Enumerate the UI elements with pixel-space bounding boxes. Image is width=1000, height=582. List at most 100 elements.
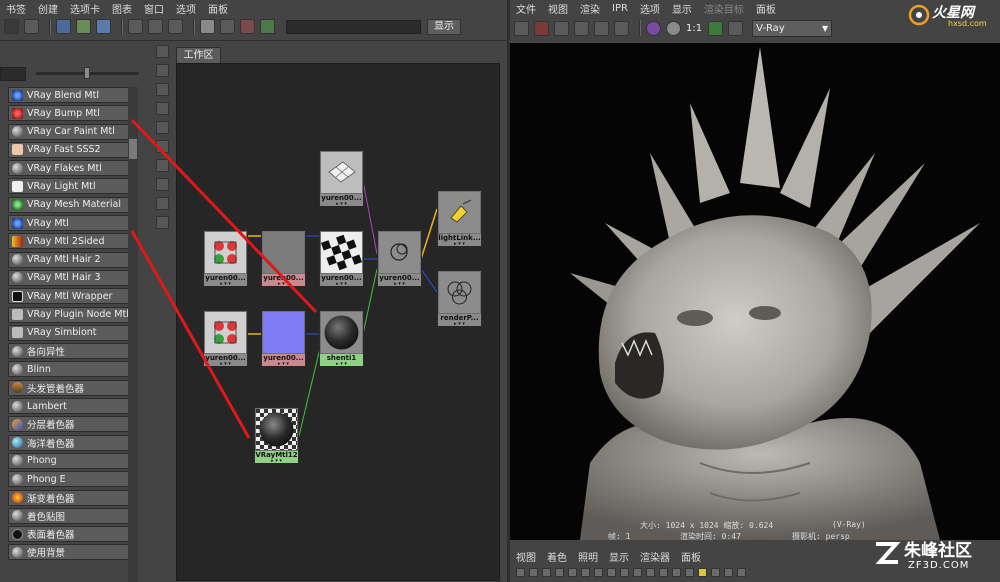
safe-action-icon[interactable]	[633, 567, 642, 577]
menu-file[interactable]: 文件	[516, 1, 536, 16]
tab-tool-icon[interactable]	[156, 159, 169, 172]
shader-node-render-partition[interactable]: renderP... ▸ ▾ ▾	[437, 270, 482, 327]
menu-options[interactable]: 选项	[176, 1, 196, 16]
library-item[interactable]: VRay Bump Mtl	[8, 105, 132, 122]
shader-node-lightlinker[interactable]: lightLink... ▸ ▾ ▾	[437, 190, 482, 247]
library-item[interactable]: VRay Fast SSS2	[8, 141, 132, 158]
xray-icon[interactable]	[724, 567, 733, 577]
shadows-icon[interactable]	[711, 567, 720, 577]
node-port-arrows[interactable]: ▸ ▾ ▾	[204, 362, 247, 367]
library-item[interactable]: VRay Mtl	[8, 215, 132, 232]
sun-icon[interactable]	[260, 19, 275, 34]
shader-node-vraymtl12[interactable]: VRayMtl12 ▸ ▾ ▾	[254, 407, 299, 464]
isolate-icon[interactable]	[737, 567, 746, 577]
network-icon[interactable]	[76, 19, 91, 34]
tab-tool-icon[interactable]	[156, 140, 169, 153]
graph-upstream-icon[interactable]	[96, 19, 111, 34]
shader-node-shading-group[interactable]: yuren00... ▸ ▾ ▾	[377, 230, 422, 287]
target-icon[interactable]	[240, 19, 255, 34]
tab-tool-icon[interactable]	[156, 83, 169, 96]
tab-tool-icon[interactable]	[156, 121, 169, 134]
lines-icon[interactable]	[220, 19, 235, 34]
render-image[interactable]	[510, 43, 1000, 540]
tab-tool-icon[interactable]	[156, 178, 169, 191]
shader-node-place2d-a[interactable]: yuren00... ▸ ▾ ▾	[203, 230, 248, 287]
pencil-icon[interactable]	[56, 19, 71, 34]
library-item[interactable]: VRay Mtl Wrapper	[8, 288, 132, 305]
library-item[interactable]: VRay Simbiont	[8, 324, 132, 341]
snapshot-icon[interactable]	[554, 20, 569, 36]
library-item[interactable]: 各向异性	[8, 343, 132, 360]
tab-workspace[interactable]: 工作区	[176, 47, 221, 63]
camera-attributes-icon[interactable]	[529, 567, 538, 577]
menu-ipr[interactable]: IPR	[612, 3, 628, 14]
shader-node-file-b[interactable]: yuren00... ▸ ▾ ▾	[261, 310, 306, 367]
node-port-arrows[interactable]: ▸ ▾ ▾	[262, 282, 305, 287]
library-item[interactable]: 海洋着色器	[8, 434, 132, 451]
lights-icon[interactable]	[698, 567, 707, 577]
library-item[interactable]: VRay Car Paint Mtl	[8, 123, 132, 140]
film-gate-icon[interactable]	[581, 567, 590, 577]
connection-line[interactable]	[362, 268, 378, 335]
library-item[interactable]: 头发管着色器	[8, 379, 132, 396]
library-item[interactable]: VRay Blend Mtl	[8, 87, 132, 103]
zoom-ratio-label[interactable]: 1:1	[686, 23, 702, 34]
library-item[interactable]: 分层着色器	[8, 416, 132, 433]
library-scrollbar[interactable]	[128, 87, 138, 582]
render-frame-icon[interactable]	[514, 20, 529, 36]
shader-node-texture-top[interactable]: yuren00... ▸ ▾ ▾	[319, 150, 364, 207]
bookmark-icon[interactable]	[542, 567, 551, 577]
library-item[interactable]: 着色贴图	[8, 507, 132, 524]
menu-panels[interactable]: 面板	[681, 549, 701, 564]
connection-line[interactable]	[420, 208, 438, 260]
output-connections-icon[interactable]	[168, 19, 183, 34]
input-connections-icon[interactable]	[128, 19, 143, 34]
shader-node-checker[interactable]: yuren00... ▸ ▾ ▾	[319, 230, 364, 287]
node-port-arrows[interactable]: ▸ ▾ ▾	[262, 362, 305, 367]
graph-layout-icon[interactable]	[24, 19, 39, 34]
field-chart-icon[interactable]	[620, 567, 629, 577]
connection-line[interactable]	[362, 180, 378, 255]
library-item[interactable]: Phong	[8, 452, 132, 469]
menu-panels[interactable]: 面板	[208, 1, 228, 16]
menu-create[interactable]: 创建	[38, 1, 58, 16]
gate-mask-icon[interactable]	[607, 567, 616, 577]
textured-icon[interactable]	[685, 567, 694, 577]
io-connections-icon[interactable]	[148, 19, 163, 34]
library-item[interactable]: VRay Mesh Material	[8, 196, 132, 213]
shader-node-file-a[interactable]: yuren00... ▸ ▾ ▾	[261, 230, 306, 287]
library-item[interactable]: 渐变着色器	[8, 489, 132, 506]
remove-image-icon[interactable]	[728, 20, 744, 36]
node-port-arrows[interactable]: ▸ ▾ ▾	[204, 282, 247, 287]
tab-tool-icon[interactable]	[156, 216, 169, 229]
library-item[interactable]: VRay Light Mtl	[8, 178, 132, 195]
menu-options[interactable]: 选项	[640, 1, 660, 16]
rgb-channel-icon[interactable]	[646, 20, 661, 36]
menu-shading[interactable]: 着色	[547, 549, 567, 564]
menu-render-target[interactable]: 渲染目标	[704, 1, 744, 16]
library-item[interactable]: 表面着色器	[8, 526, 132, 543]
node-port-arrows[interactable]: ▸ ▾ ▾	[320, 362, 363, 367]
tab-tool-icon[interactable]	[156, 102, 169, 115]
library-item[interactable]: VRay Mtl Hair 2	[8, 251, 132, 268]
node-port-arrows[interactable]: ▸ ▾ ▾	[438, 242, 481, 247]
menu-show[interactable]: 显示	[609, 549, 629, 564]
work-area[interactable]: yuren00... ▸ ▾ ▾ yuren00... ▸ ▾ ▾ yuren0…	[176, 63, 500, 581]
library-item[interactable]: VRay Mtl 2Sided	[8, 233, 132, 250]
swatch-icon[interactable]	[200, 19, 215, 34]
render-region-icon[interactable]	[534, 20, 549, 36]
menu-tabs[interactable]: 选项卡	[70, 1, 100, 16]
menu-view[interactable]: 视图	[548, 1, 568, 16]
tab-tool-icon[interactable]	[156, 64, 169, 77]
menu-bookmarks[interactable]: 书签	[6, 1, 26, 16]
smooth-shade-icon[interactable]	[672, 567, 681, 577]
grid-icon[interactable]	[4, 19, 19, 34]
library-item[interactable]: VRay Mtl Hair 3	[8, 269, 132, 286]
alpha-channel-icon[interactable]	[666, 20, 681, 36]
library-filter-field[interactable]	[0, 67, 26, 81]
library-scrollbar-thumb[interactable]	[129, 139, 137, 159]
resolution-gate-icon[interactable]	[594, 567, 603, 577]
menu-graph[interactable]: 图表	[112, 1, 132, 16]
menu-display[interactable]: 显示	[672, 1, 692, 16]
menu-window[interactable]: 窗口	[144, 1, 164, 16]
